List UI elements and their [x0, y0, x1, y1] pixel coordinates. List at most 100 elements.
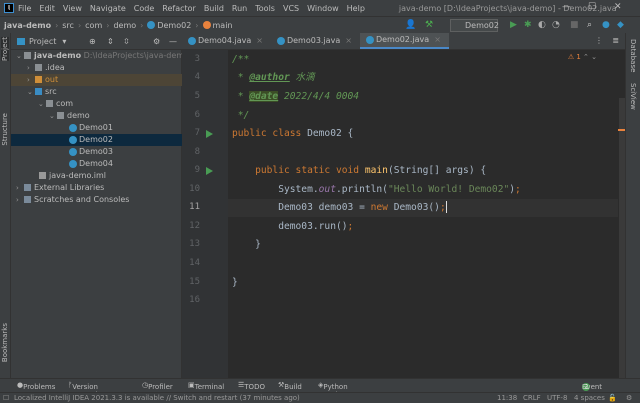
run-class-icon[interactable]: [206, 130, 213, 138]
minimize-button[interactable]: —: [562, 2, 571, 12]
breadcrumb-demo[interactable]: demo: [113, 21, 136, 30]
tree-node-java-demo[interactable]: ⌄ java-demo D:\IdeaProjects\java-demo: [11, 50, 189, 62]
python-packages-tool-button[interactable]: ◈ Python Packages: [318, 381, 356, 399]
code-line: */: [232, 110, 250, 121]
file-encoding[interactable]: UTF-8: [547, 394, 567, 402]
right-tool-stripe: Database SciView: [625, 33, 640, 378]
menu-vcs[interactable]: VCS: [283, 4, 299, 13]
tree-node-demo01[interactable]: Demo01: [11, 122, 182, 134]
database-tool-tab[interactable]: Database: [629, 39, 637, 72]
menu-code[interactable]: Code: [134, 4, 154, 13]
structure-tool-tab[interactable]: Structure: [1, 113, 9, 146]
window-title: java-demo [D:\IdeaProjects\java-demo] - …: [398, 3, 617, 13]
menu-view[interactable]: View: [63, 4, 82, 13]
editor-scrollbar[interactable]: [619, 98, 625, 378]
line-number: 16: [189, 295, 200, 305]
menu-refactor[interactable]: Refactor: [162, 4, 196, 13]
gear-icon[interactable]: ⚙: [153, 37, 160, 46]
version-control-tool-button[interactable]: ᚠ Version Control: [68, 381, 98, 399]
status-bar: ☐ Localized IntelliJ IDEA 2021.3.3 is av…: [0, 392, 640, 403]
menu-navigate[interactable]: Navigate: [90, 4, 126, 13]
line-separator[interactable]: CRLF: [523, 394, 541, 402]
line-number: 12: [189, 221, 200, 231]
user-icon[interactable]: 👤: [405, 20, 416, 30]
tree-node-demo03[interactable]: Demo03: [11, 146, 182, 158]
breadcrumb-project[interactable]: java-demo: [4, 21, 51, 30]
code-line: * @date 2022/4/4 0004: [232, 91, 360, 102]
warning-indicator[interactable]: ⚠ 1 ⌃ ⌄: [568, 53, 597, 61]
debug-icon[interactable]: ✱: [524, 20, 532, 30]
menu-tools[interactable]: Tools: [255, 4, 275, 13]
tree-node-scratches[interactable]: › Scratches and Consoles: [11, 194, 182, 206]
tab-demo04[interactable]: Demo04.java ×: [182, 33, 271, 49]
close-tab-icon[interactable]: ×: [256, 33, 263, 49]
class-icon: [69, 147, 77, 156]
bookmarks-tool-tab[interactable]: Bookmarks: [1, 323, 9, 362]
more-tabs-icon[interactable]: ⋮: [595, 36, 603, 45]
close-button[interactable]: ✕: [614, 2, 622, 12]
build-tool-button[interactable]: ⚒ Build: [278, 381, 302, 391]
coverage-icon[interactable]: ◐: [538, 20, 546, 30]
profile-icon[interactable]: ◔: [552, 20, 560, 30]
indent-setting[interactable]: 4 spaces: [574, 394, 605, 402]
collapse-all-icon[interactable]: ⇳: [123, 37, 130, 46]
tree-node-iml[interactable]: java-demo.iml: [11, 170, 182, 182]
sciview-tool-tab[interactable]: SciView: [629, 83, 637, 110]
tree-node-com[interactable]: ⌄ com: [11, 98, 182, 110]
code-line: /**: [232, 54, 250, 65]
breadcrumb-class[interactable]: Demo02: [157, 21, 191, 30]
inspection-icon[interactable]: ⚙: [626, 394, 632, 402]
tree-node-demo04[interactable]: Demo04: [11, 158, 182, 170]
status-toggle-icon[interactable]: ☐: [3, 394, 9, 402]
project-view-select[interactable]: Project: [29, 37, 56, 46]
tree-node-external-libraries[interactable]: › External Libraries: [11, 182, 182, 194]
todo-tool-button[interactable]: ☰ TODO: [238, 381, 265, 391]
run-icon[interactable]: ▶: [510, 20, 517, 30]
locate-icon[interactable]: ⊕: [89, 37, 96, 46]
split-icon[interactable]: ≣: [612, 36, 619, 45]
close-tab-icon[interactable]: ×: [434, 32, 441, 48]
editor-tabs: Demo04.java × Demo03.java × Demo02.java × ⋮…: [182, 33, 625, 50]
menu-edit[interactable]: Edit: [39, 4, 55, 13]
status-message[interactable]: Localized IntelliJ IDEA 2021.3.3 is avai…: [14, 394, 300, 402]
menu-help[interactable]: Help: [347, 4, 365, 13]
expand-all-icon[interactable]: ⇕: [107, 37, 114, 46]
code-line: public class Demo02 {: [232, 128, 354, 139]
update-icon[interactable]: ●: [602, 20, 610, 30]
lock-icon[interactable]: 🔓: [608, 394, 617, 402]
code-editor[interactable]: ⚠ 1 ⌃ ⌄ /** * @author 水滴 * @date 2022/4/…: [228, 50, 625, 378]
menu-file[interactable]: File: [18, 4, 31, 13]
search-icon[interactable]: ⌕: [587, 20, 592, 30]
tree-node-idea[interactable]: › .idea: [11, 62, 182, 74]
run-config-select[interactable]: Demo02 ▾: [450, 19, 499, 41]
tab-demo02[interactable]: Demo02.java ×: [359, 32, 449, 49]
menu-run[interactable]: Run: [232, 4, 247, 13]
maximize-button[interactable]: ☐: [588, 2, 596, 12]
tree-node-out[interactable]: › out: [11, 74, 182, 86]
breadcrumb-method[interactable]: main: [213, 21, 233, 30]
editor-gutter: 3 4 5 6 7 8 9 10 11 12 13 14 15 16: [182, 50, 228, 378]
tab-demo03[interactable]: Demo03.java ×: [271, 33, 360, 49]
warning-marker[interactable]: [618, 129, 625, 131]
stop-icon[interactable]: ■: [570, 20, 579, 30]
caret-position[interactable]: 11:38: [497, 394, 517, 402]
project-icon: [17, 37, 25, 45]
class-icon: [147, 21, 156, 29]
profiler-tool-button[interactable]: ◷ Profiler: [142, 381, 173, 391]
menu-window[interactable]: Window: [307, 4, 339, 13]
jetbrains-icon[interactable]: ◆: [617, 20, 624, 30]
close-tab-icon[interactable]: ×: [345, 33, 352, 49]
tree-node-demo[interactable]: ⌄ demo: [11, 110, 182, 122]
project-tool-tab[interactable]: Project: [1, 37, 9, 61]
menu-build[interactable]: Build: [204, 4, 224, 13]
breadcrumb-src[interactable]: src: [62, 21, 74, 30]
run-main-icon[interactable]: [206, 167, 213, 175]
hide-icon[interactable]: —: [169, 37, 177, 46]
terminal-tool-button[interactable]: ▣ Terminal: [188, 381, 224, 391]
breadcrumb-com[interactable]: com: [85, 21, 102, 30]
tree-node-src[interactable]: ⌄ src: [11, 86, 182, 98]
code-line: }: [232, 277, 238, 288]
tree-node-demo02[interactable]: Demo02: [11, 134, 182, 146]
problems-tool-button[interactable]: ● Problems: [17, 381, 55, 391]
build-hammer-icon[interactable]: ⚒: [425, 20, 433, 30]
